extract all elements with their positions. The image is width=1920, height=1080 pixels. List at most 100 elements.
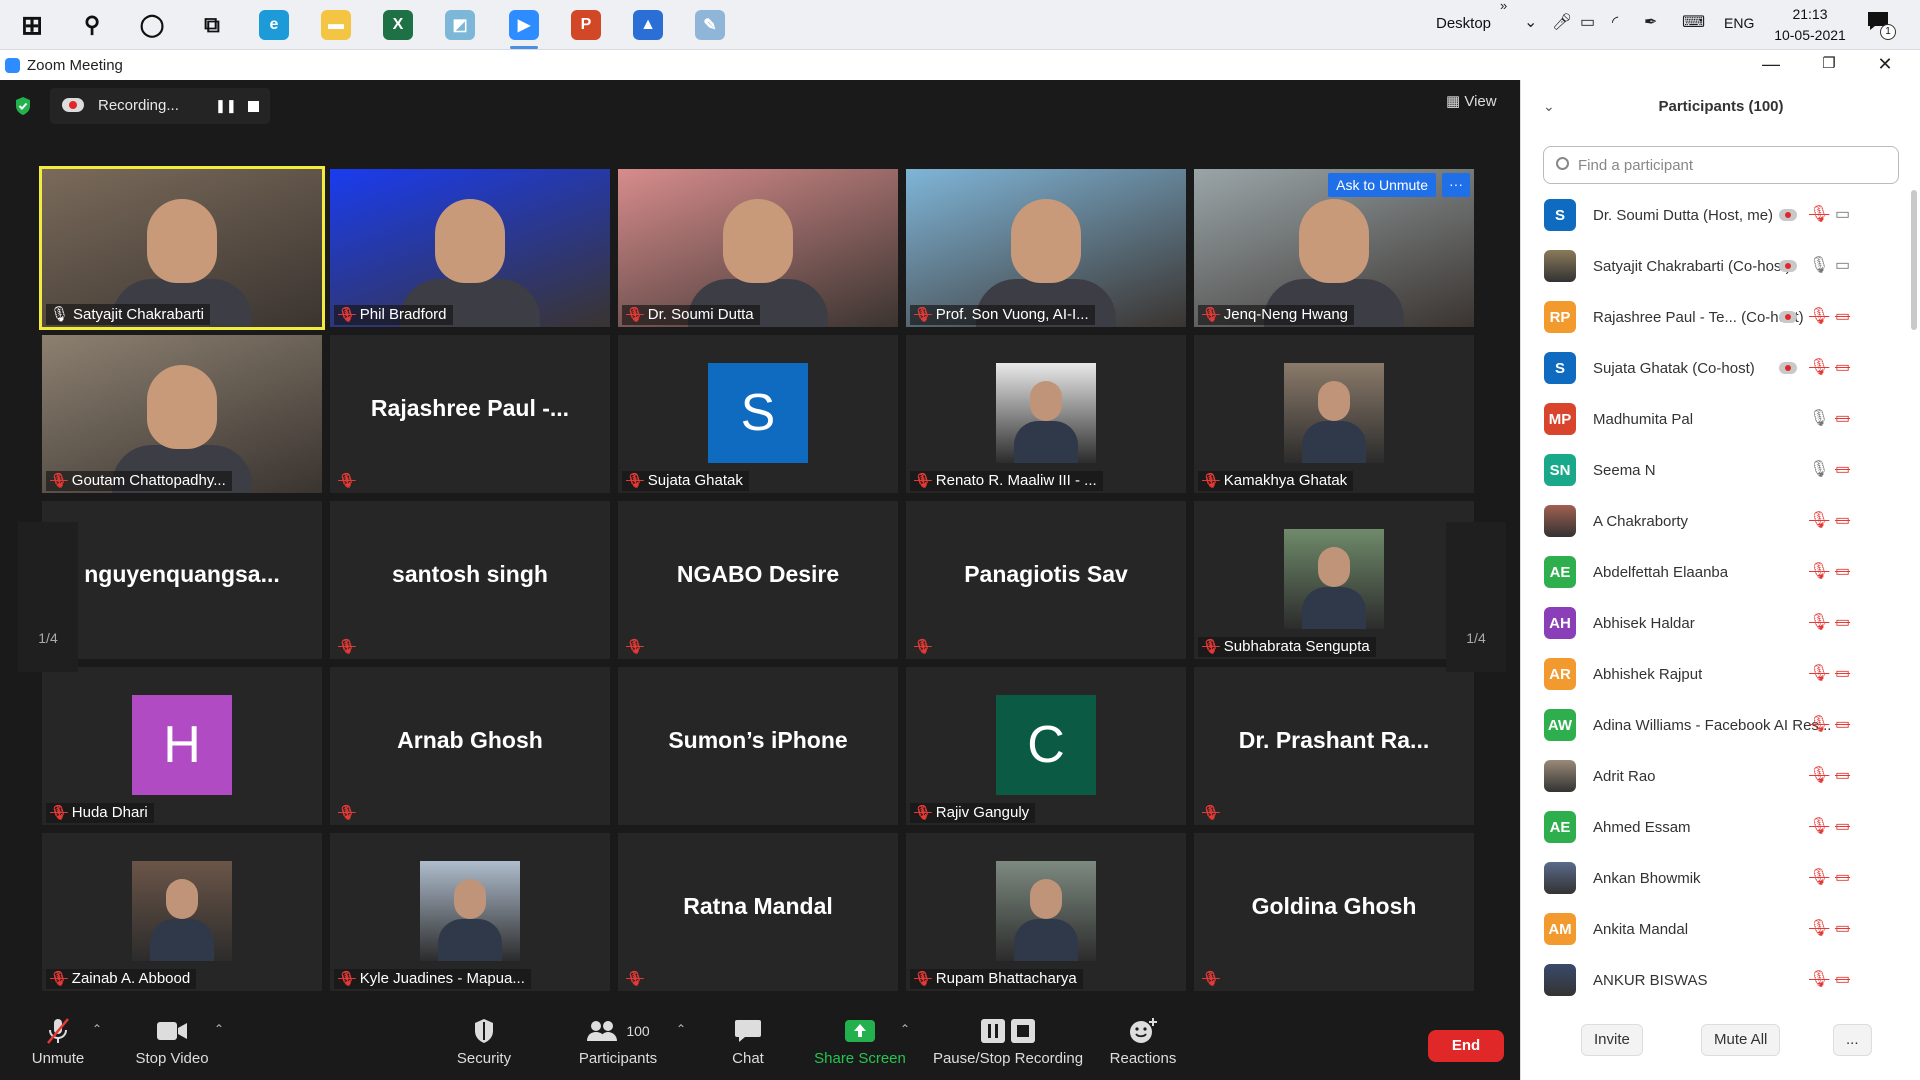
video-tile[interactable]: H 🎙︎ Huda Dhari: [42, 667, 322, 825]
participant-row[interactable]: A Chakraborty 🎙︎ ▭: [1521, 498, 1911, 549]
participant-search-input[interactable]: Find a participant: [1543, 146, 1899, 184]
zoom-taskbar-button[interactable]: ▶: [502, 6, 546, 49]
video-tile[interactable]: 🎙︎ Rupam Bhattacharya: [906, 833, 1186, 991]
pen-icon[interactable]: ✒: [1644, 12, 1657, 32]
participant-row[interactable]: AR Abhishek Rajput 🎙︎ ▭: [1521, 651, 1911, 702]
video-off-icon[interactable]: ▭: [1835, 357, 1850, 377]
photos-taskbar-button[interactable]: ▲: [626, 6, 670, 44]
desktop-toolbar-label[interactable]: Desktop: [1436, 15, 1491, 32]
video-tile[interactable]: 🎙︎ Goutam Chattopadhy...: [42, 335, 322, 493]
video-tile[interactable]: 🎙︎ Prof. Son Vuong, AI-I...: [906, 169, 1186, 327]
video-tile[interactable]: Dr. Prashant Ra... 🎙︎: [1194, 667, 1474, 825]
participant-row[interactable]: Adrit Rao 🎙︎ ▭: [1521, 753, 1911, 804]
microphone-muted-icon[interactable]: 🎙︎: [1809, 357, 1829, 377]
participant-row[interactable]: S Dr. Soumi Dutta (Host, me) 🎙︎ ▭: [1521, 192, 1911, 243]
video-tile[interactable]: nguyenquangsa...: [42, 501, 322, 659]
microphone-icon[interactable]: 🎙︎: [1809, 459, 1829, 479]
previous-page-button[interactable]: 1/4: [18, 522, 78, 672]
video-tile[interactable]: 🎙︎ Renato R. Maaliw III - ...: [906, 335, 1186, 493]
edge-taskbar-button[interactable]: e: [252, 6, 296, 44]
video-off-icon[interactable]: ▭: [1835, 306, 1850, 326]
participant-row[interactable]: S Sujata Ghatak (Co-host) 🎙︎ ▭: [1521, 345, 1911, 396]
microphone-muted-icon[interactable]: 🎙︎: [1809, 714, 1829, 734]
video-tile[interactable]: 🎙︎ Subhabrata Sengupta: [1194, 501, 1474, 659]
video-tile[interactable]: 🎙︎ Kamakhya Ghatak: [1194, 335, 1474, 493]
video-tile[interactable]: Panagiotis Sav 🎙︎: [906, 501, 1186, 659]
video-tile[interactable]: santosh singh 🎙︎: [330, 501, 610, 659]
participant-row[interactable]: Ankan Bhowmik 🎙︎ ▭: [1521, 855, 1911, 906]
microphone-muted-icon[interactable]: 🎙︎: [1809, 765, 1829, 785]
participant-row[interactable]: AE Abdelfettah Elaanba 🎙︎ ▭: [1521, 549, 1911, 600]
clock[interactable]: 21:13 10-05-2021: [1768, 4, 1852, 46]
microphone-icon[interactable]: 🎤︎: [1552, 12, 1572, 32]
mute-all-button[interactable]: Mute All: [1701, 1024, 1781, 1056]
microphone-muted-icon[interactable]: 🎙︎: [1809, 663, 1829, 683]
video-tile[interactable]: S 🎙︎ Sujata Ghatak: [618, 335, 898, 493]
video-tile[interactable]: 🎙︎ Zainab A. Abbood: [42, 833, 322, 991]
microphone-muted-icon[interactable]: 🎙︎: [1809, 612, 1829, 632]
stop-video-button[interactable]: Stop Video: [132, 1016, 212, 1067]
pause-recording-icon[interactable]: ❚❚: [215, 98, 237, 114]
cortana-taskbar-button[interactable]: ◯: [130, 6, 174, 44]
pause-stop-recording-button[interactable]: Pause/Stop Recording: [932, 1016, 1084, 1067]
end-meeting-button[interactable]: End: [1428, 1030, 1504, 1062]
share-screen-button[interactable]: Share Screen: [810, 1016, 910, 1067]
video-off-icon[interactable]: ▭: [1835, 408, 1850, 428]
windows-start-taskbar-button[interactable]: ⊞: [10, 6, 54, 44]
microphone-muted-icon[interactable]: 🎙︎: [1809, 204, 1829, 224]
participant-row[interactable]: AW Adina Williams - Facebook AI Res... 🎙︎ ▭: [1521, 702, 1911, 753]
security-button[interactable]: Security: [448, 1016, 520, 1067]
participants-button[interactable]: 100 Participants: [570, 1016, 666, 1067]
participants-options-caret-icon[interactable]: ⌃: [676, 1022, 686, 1036]
microphone-muted-icon[interactable]: 🎙︎: [1809, 306, 1829, 326]
search-taskbar-button[interactable]: ⚲: [70, 6, 114, 44]
video-tile[interactable]: Ratna Mandal 🎙︎: [618, 833, 898, 991]
microphone-icon[interactable]: 🎙︎: [1809, 255, 1829, 275]
participant-list-scrollbar[interactable]: [1911, 190, 1917, 330]
view-button[interactable]: ▦ View: [1446, 92, 1497, 110]
microphone-muted-icon[interactable]: 🎙︎: [1809, 816, 1829, 836]
participant-row[interactable]: MP Madhumita Pal 🎙︎ ▭: [1521, 396, 1911, 447]
minimize-button[interactable]: —: [1748, 52, 1794, 78]
microphone-muted-icon[interactable]: 🎙︎: [1809, 918, 1829, 938]
video-off-icon[interactable]: ▭: [1835, 459, 1850, 479]
video-options-caret-icon[interactable]: ⌃: [214, 1022, 224, 1036]
stop-recording-icon[interactable]: [248, 101, 259, 112]
participant-row[interactable]: AE Ahmed Essam 🎙︎ ▭: [1521, 804, 1911, 855]
video-off-icon[interactable]: ▭: [1835, 918, 1850, 938]
more-options-button[interactable]: ...: [1833, 1024, 1872, 1056]
video-camera-icon[interactable]: ▭: [1835, 255, 1850, 275]
language-indicator[interactable]: ENG: [1724, 15, 1754, 31]
powerpoint-taskbar-button[interactable]: P: [564, 6, 608, 44]
keyboard-icon[interactable]: ⌨: [1682, 12, 1705, 32]
participant-row[interactable]: AM Ankita Mandal 🎙︎ ▭: [1521, 906, 1911, 957]
tray-overflow-icon[interactable]: »: [1500, 0, 1507, 13]
participant-row[interactable]: RP Rajashree Paul - Te... (Co-host) 🎙︎ ▭: [1521, 294, 1911, 345]
reactions-button[interactable]: Reactions: [1108, 1016, 1178, 1067]
shield-check-icon[interactable]: [14, 96, 32, 116]
unmute-button[interactable]: Unmute: [28, 1016, 88, 1067]
video-off-icon[interactable]: ▭: [1835, 816, 1850, 836]
invite-button[interactable]: Invite: [1581, 1024, 1643, 1056]
video-off-icon[interactable]: ▭: [1835, 663, 1850, 683]
video-off-icon[interactable]: ▭: [1835, 612, 1850, 632]
video-tile[interactable]: Sumon’s iPhone: [618, 667, 898, 825]
video-off-icon[interactable]: ▭: [1835, 510, 1850, 530]
video-off-icon[interactable]: ▭: [1835, 765, 1850, 785]
video-tile[interactable]: Arnab Ghosh 🎙︎: [330, 667, 610, 825]
video-tile[interactable]: Rajashree Paul -... 🎙︎: [330, 335, 610, 493]
microphone-muted-icon[interactable]: 🎙︎: [1809, 867, 1829, 887]
ask-to-unmute-button[interactable]: Ask to Unmute: [1328, 173, 1436, 197]
participant-row[interactable]: ANKUR BISWAS 🎙︎ ▭: [1521, 957, 1911, 1008]
participant-row[interactable]: AH Abhisek Haldar 🎙︎ ▭: [1521, 600, 1911, 651]
close-button[interactable]: ✕: [1862, 52, 1908, 78]
microphone-icon[interactable]: 🎙︎: [1809, 408, 1829, 428]
next-page-button[interactable]: 1/4: [1446, 522, 1506, 672]
file-explorer-taskbar-button[interactable]: ▬: [314, 6, 358, 44]
microphone-muted-icon[interactable]: 🎙︎: [1809, 969, 1829, 989]
app-blue-taskbar-button[interactable]: ◩: [438, 6, 482, 44]
video-tile[interactable]: 🎙︎ Kyle Juadines - Mapua...: [330, 833, 610, 991]
video-tile[interactable]: Goldina Ghosh 🎙︎: [1194, 833, 1474, 991]
excel-taskbar-button[interactable]: X: [376, 6, 420, 44]
video-off-icon[interactable]: ▭: [1835, 561, 1850, 581]
